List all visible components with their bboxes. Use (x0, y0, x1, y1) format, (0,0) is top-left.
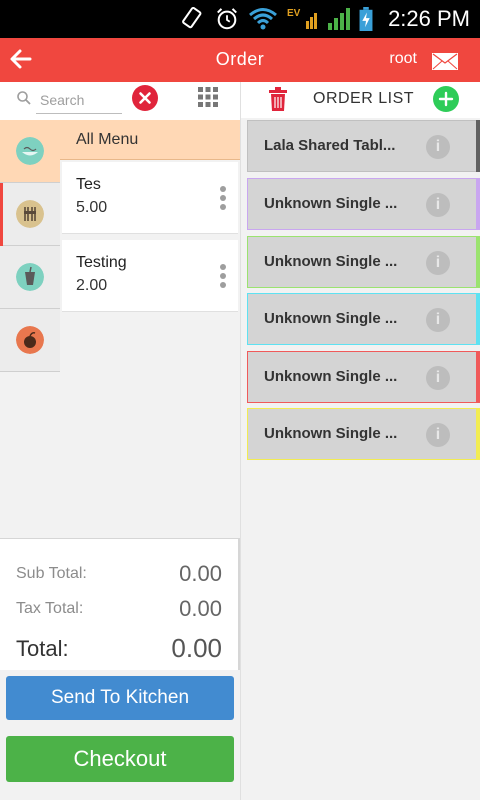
rotate-phone-icon (182, 7, 202, 29)
order-card[interactable]: Unknown Single ... i (247, 178, 480, 230)
sub-total-value: 0.00 (179, 561, 222, 586)
menu-header-all[interactable]: All Menu (60, 120, 240, 160)
category-tab-4[interactable] (0, 309, 60, 372)
app-bar: Order root (0, 38, 480, 82)
menu-item[interactable]: Testing 2.00 (62, 240, 238, 312)
grid-view-icon[interactable] (198, 87, 218, 107)
order-list-title: ORDER LIST (313, 90, 415, 107)
mail-icon[interactable] (432, 53, 458, 70)
menu-item-name: Testing (76, 254, 127, 271)
order-card[interactable]: Unknown Single ... i (247, 351, 480, 403)
info-icon[interactable]: i (426, 135, 450, 159)
sub-total-label: Sub Total: (16, 565, 87, 582)
clear-search-button[interactable] (132, 85, 158, 111)
order-name: Unknown Single ... (264, 425, 398, 442)
order-card[interactable]: Unknown Single ... i (247, 236, 480, 288)
alarm-icon (217, 8, 237, 30)
status-bar: EV 2:26 PM (0, 0, 480, 38)
search-input[interactable] (36, 86, 122, 114)
order-color-indicator (476, 236, 480, 288)
order-color-indicator (476, 120, 480, 172)
add-order-button[interactable] (433, 86, 459, 112)
fruit-icon (16, 326, 44, 354)
username-label[interactable]: root (389, 50, 417, 68)
plus-icon (438, 91, 454, 107)
search-bar (0, 82, 240, 120)
tax-total-label: Tax Total: (16, 600, 84, 617)
order-name: Lala Shared Tabl... (264, 137, 396, 154)
order-list-panel: ORDER LIST Lala Shared Tabl... i Unknown… (240, 82, 480, 800)
order-name: Unknown Single ... (264, 253, 398, 270)
total-label: Total: (16, 636, 69, 661)
order-card[interactable]: Lala Shared Tabl... i (247, 120, 480, 172)
tax-total-value: 0.00 (179, 596, 222, 621)
sub-total-row: Sub Total: 0.00 (16, 561, 222, 589)
more-options-icon[interactable] (220, 186, 226, 212)
signal-strength-icon (328, 8, 350, 30)
search-icon (17, 91, 31, 105)
menu-item-price: 5.00 (76, 199, 108, 216)
total-row: Total: 0.00 (16, 633, 222, 665)
info-icon[interactable]: i (426, 366, 450, 390)
order-name: Unknown Single ... (264, 368, 398, 385)
info-icon[interactable]: i (426, 308, 450, 332)
info-icon[interactable]: i (426, 423, 450, 447)
category-tab-2[interactable] (0, 183, 60, 246)
order-name: Unknown Single ... (264, 310, 398, 327)
menu-item-price: 2.00 (76, 277, 108, 294)
signal-icon (306, 13, 317, 29)
category-tab-1[interactable] (0, 120, 60, 183)
info-icon[interactable]: i (426, 251, 450, 275)
menu-item[interactable]: Tes 5.00 (62, 162, 238, 234)
order-color-indicator (476, 293, 480, 345)
checkout-button[interactable]: Checkout (6, 736, 234, 782)
order-color-indicator (476, 408, 480, 460)
menu-header-label: All Menu (76, 131, 139, 148)
totals-panel: Sub Total: 0.00 Tax Total: 0.00 Total: 0… (0, 538, 240, 670)
category-list (0, 120, 60, 372)
noodles-icon (16, 137, 44, 165)
utensils-icon (16, 200, 44, 228)
trash-icon[interactable] (268, 87, 288, 111)
send-to-kitchen-button[interactable]: Send To Kitchen (6, 676, 234, 720)
order-color-indicator (476, 178, 480, 230)
category-tab-3[interactable] (0, 246, 60, 309)
info-icon[interactable]: i (426, 193, 450, 217)
order-list-header: ORDER LIST (241, 82, 480, 118)
menu-panel: All Menu Tes 5.00 Testing 2.00 Sub Total… (0, 82, 240, 800)
more-options-icon[interactable] (220, 264, 226, 290)
wifi-icon (249, 8, 277, 30)
order-name: Unknown Single ... (264, 195, 398, 212)
order-card[interactable]: Unknown Single ... i (247, 408, 480, 460)
total-value: 0.00 (171, 633, 222, 663)
order-card[interactable]: Unknown Single ... i (247, 293, 480, 345)
tax-total-row: Tax Total: 0.00 (16, 596, 222, 624)
drink-icon (16, 263, 44, 291)
close-icon (139, 92, 151, 104)
menu-item-name: Tes (76, 176, 101, 193)
battery-charging-icon (359, 7, 373, 31)
order-color-indicator (476, 351, 480, 403)
clock: 2:26 PM (388, 6, 470, 31)
